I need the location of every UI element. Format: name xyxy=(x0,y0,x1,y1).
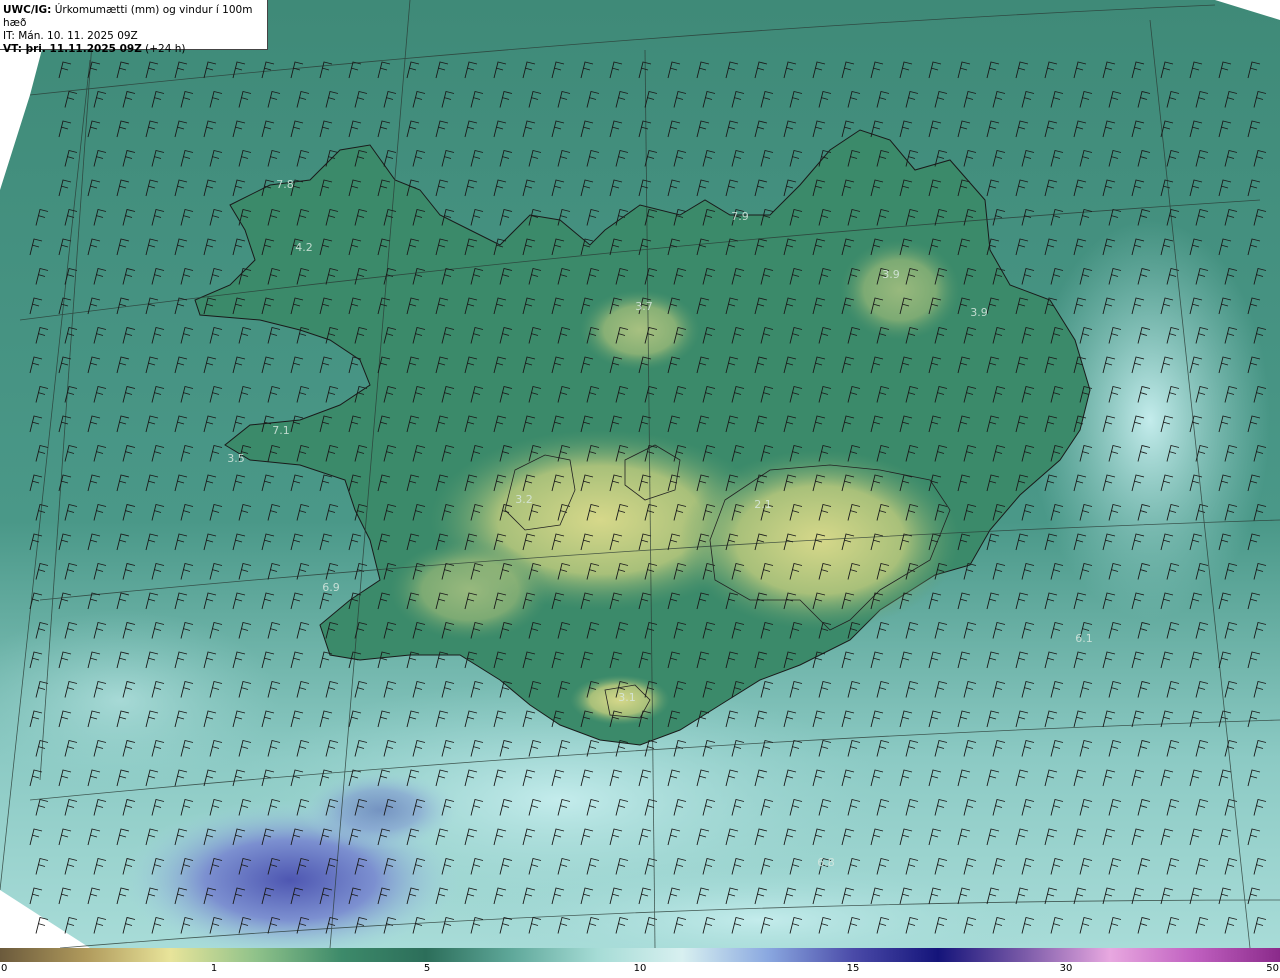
colorbar-tick: 30 xyxy=(1059,963,1073,974)
precip-value-label: 6.9 xyxy=(322,581,340,594)
colorbar-tick: 5 xyxy=(423,963,431,974)
precipitation-wind-map: 7.8 4.2 3.7 7.9 3.9 3.9 7.1 3.5 3.2 2.1 6.9 6.1 3.1 6… xyxy=(0,0,1280,948)
precip-value-label: 3.5 xyxy=(227,452,245,465)
precip-value-label: 3.9 xyxy=(970,306,988,319)
colorbar-tick: 50 xyxy=(1266,963,1279,974)
precip-value-label: 3.7 xyxy=(635,300,653,313)
precip-value-label: 6.8 xyxy=(817,856,835,869)
precip-value-label: 7.1 xyxy=(272,424,290,437)
colorbar-tick: 1 xyxy=(210,963,218,974)
precip-value-label: 3.2 xyxy=(515,493,533,506)
precip-value-label: 7.9 xyxy=(731,210,749,223)
valid-time: VT: þri. 11.11.2025 09Z xyxy=(3,43,142,55)
valid-time-line: VT: þri. 11.11.2025 09Z (+24 h) xyxy=(3,43,264,56)
colorbar-tick: 10 xyxy=(633,963,647,974)
precip-value-label: 4.2 xyxy=(295,241,313,254)
header-title-line: UWC/IG: Úrkomumætti (mm) og vindur í 100… xyxy=(3,4,264,30)
model-label: UWC/IG: xyxy=(3,4,52,16)
precip-value-label: 2.1 xyxy=(754,498,772,511)
precip-value-label: 3.1 xyxy=(618,691,636,704)
precip-value-label: 6.1 xyxy=(1075,632,1093,645)
precip-value-label: 7.8 xyxy=(276,178,294,191)
init-time: IT: Mán. 10. 11. 2025 09Z xyxy=(3,30,138,42)
precip-value-label: 3.9 xyxy=(882,268,900,281)
colorbar-gradient xyxy=(0,948,1280,962)
header-info: UWC/IG: Úrkomumætti (mm) og vindur í 100… xyxy=(0,0,268,55)
lead-time: (+24 h) xyxy=(141,43,186,55)
colorbar-tick: 0 xyxy=(1,963,8,974)
colorbar-tick: 15 xyxy=(846,963,860,974)
